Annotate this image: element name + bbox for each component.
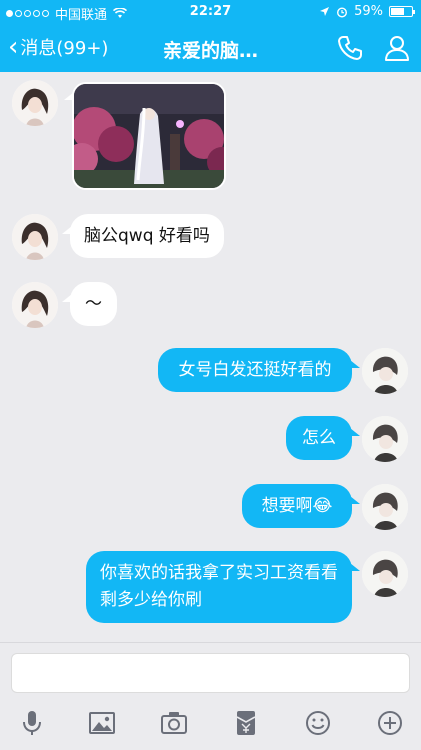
message-bubble-sent[interactable]: 想要啊😂 bbox=[242, 484, 352, 528]
battery-icon bbox=[389, 6, 415, 17]
contact-avatar[interactable] bbox=[12, 80, 58, 126]
image-icon[interactable] bbox=[88, 709, 116, 737]
alarm-icon bbox=[337, 6, 348, 18]
my-avatar[interactable] bbox=[362, 484, 408, 530]
input-area bbox=[0, 642, 421, 750]
location-icon bbox=[320, 7, 330, 16]
battery-percent: 59% bbox=[354, 4, 383, 19]
message-bubble-received[interactable]: ～ bbox=[70, 282, 117, 326]
message-bubble-sent[interactable]: 怎么 bbox=[286, 416, 352, 460]
emoji-icon[interactable] bbox=[304, 709, 332, 737]
game-screenshot-image bbox=[74, 84, 224, 188]
status-bar: 中国联通 22:27 59% bbox=[0, 0, 421, 24]
message-bubble-sent[interactable]: 你喜欢的话我拿了实习工资看看剩多少给你刷 bbox=[86, 551, 352, 623]
profile-icon[interactable] bbox=[383, 34, 411, 62]
nav-bar: ‹ 消息(99+) 亲爱的脑… bbox=[0, 24, 421, 72]
message-input[interactable] bbox=[11, 653, 410, 693]
phone-icon[interactable] bbox=[336, 34, 364, 62]
message-bubble-sent[interactable]: 女号白发还挺好看的 bbox=[158, 348, 352, 392]
contact-avatar[interactable] bbox=[12, 214, 58, 260]
microphone-icon[interactable] bbox=[18, 709, 46, 737]
message-bubble-received[interactable]: 脑公qwq 好看吗 bbox=[70, 214, 224, 258]
input-toolbar bbox=[0, 705, 421, 745]
camera-icon[interactable] bbox=[160, 709, 188, 737]
my-avatar[interactable] bbox=[362, 348, 408, 394]
contact-avatar[interactable] bbox=[12, 282, 58, 328]
my-avatar[interactable] bbox=[362, 416, 408, 462]
shared-photo[interactable] bbox=[72, 82, 226, 190]
plus-icon[interactable] bbox=[376, 709, 404, 737]
my-avatar[interactable] bbox=[362, 551, 408, 597]
top-bar: 中国联通 22:27 59% ‹ 消息(99+) 亲爱的脑… bbox=[0, 0, 421, 72]
red-packet-icon[interactable] bbox=[232, 709, 260, 737]
